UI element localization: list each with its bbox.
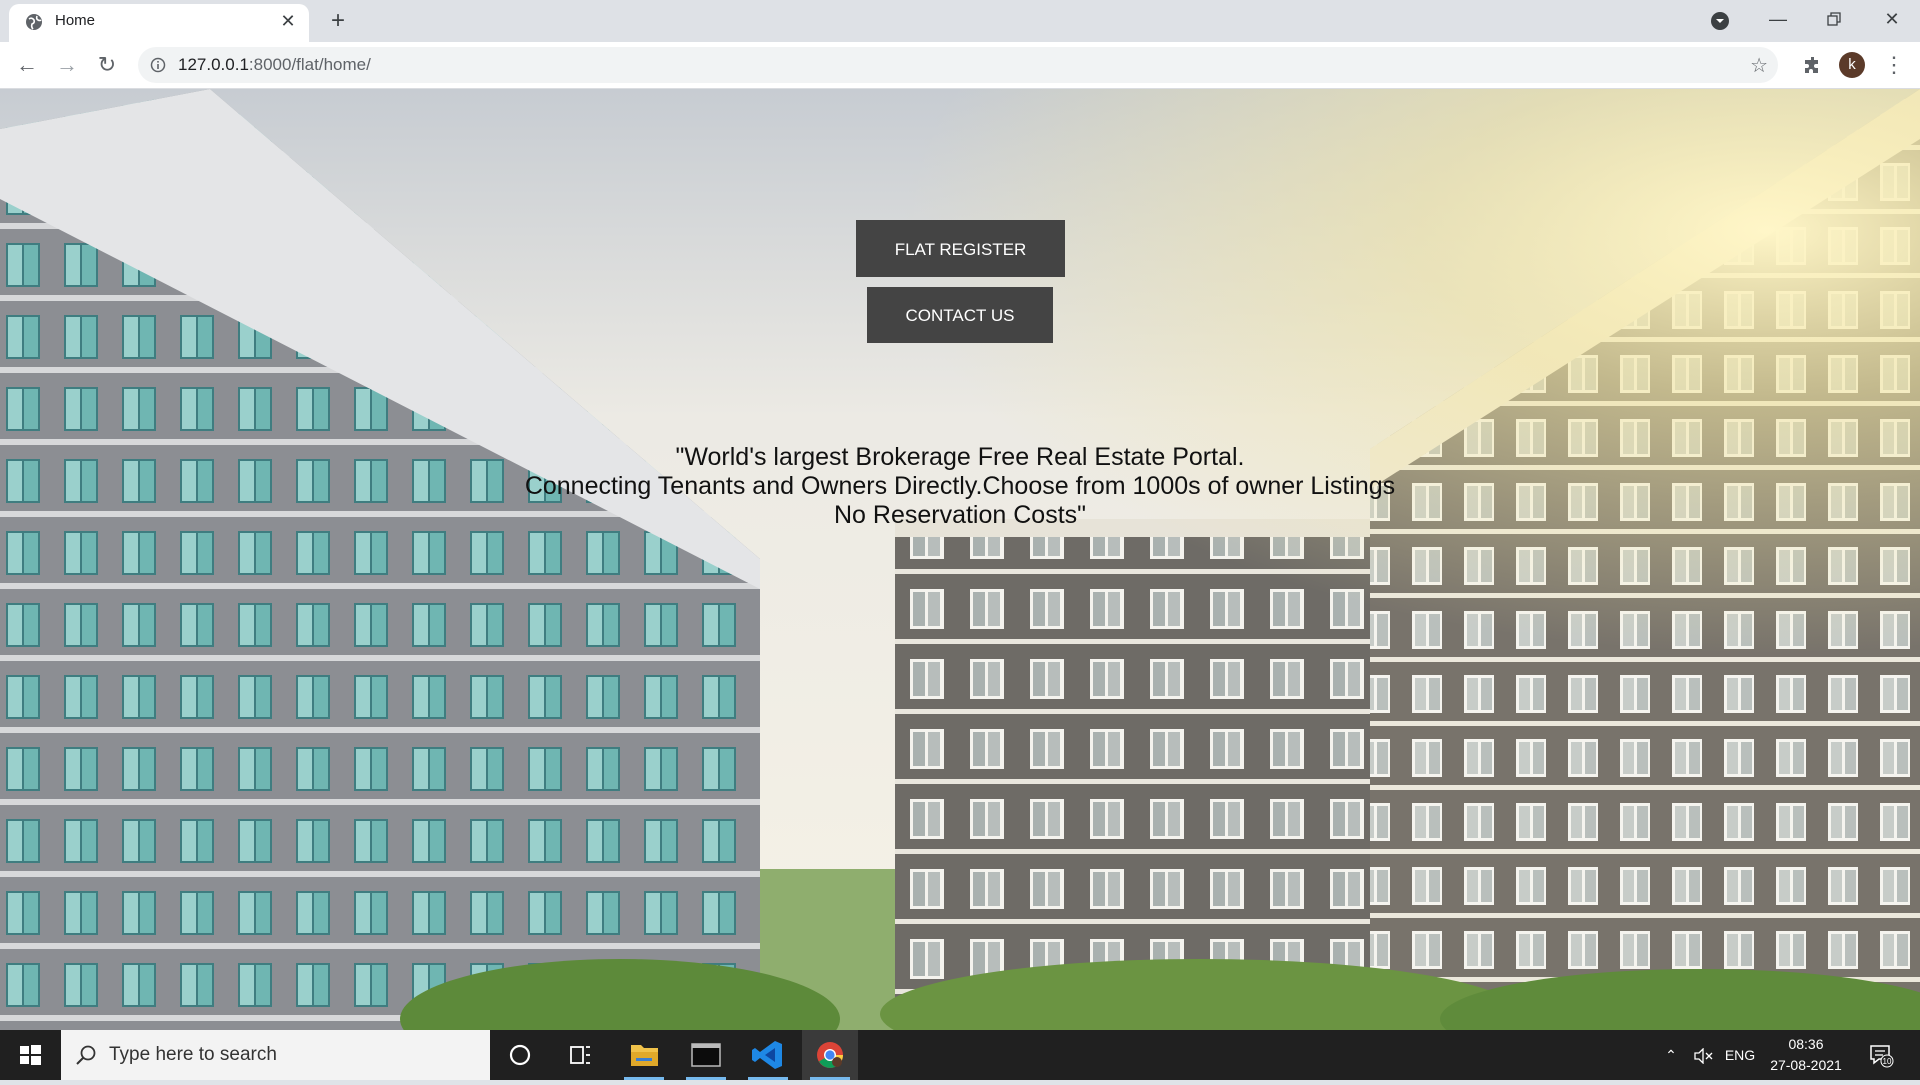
terminal-icon (691, 1043, 721, 1067)
task-view-icon (570, 1046, 590, 1064)
tagline-line-2: Connecting Tenants and Owners Directly.C… (524, 472, 1396, 500)
file-explorer-app[interactable] (616, 1030, 672, 1080)
restore-button[interactable] (1806, 0, 1862, 40)
profile-avatar[interactable]: k (1839, 52, 1865, 78)
browser-toolbar: ← → ↻ 127.0.0.1:8000/flat/home/ ☆ k ⋮ (0, 42, 1920, 89)
reload-button[interactable]: ↻ (92, 50, 122, 80)
task-view-button[interactable] (552, 1030, 608, 1080)
bookmark-star-icon[interactable]: ☆ (1750, 53, 1768, 78)
back-button[interactable]: ← (12, 50, 42, 80)
terminal-app[interactable] (678, 1030, 734, 1080)
globe-icon (26, 14, 42, 30)
url-host: 127.0.0.1 (178, 55, 249, 74)
clock-date: 27-08-2021 (1770, 1057, 1842, 1073)
url-text: 127.0.0.1:8000/flat/home/ (178, 55, 371, 75)
url-path: :8000/flat/home/ (248, 55, 371, 74)
notification-icon: 10 (1870, 1045, 1894, 1068)
vscode-app[interactable] (740, 1030, 796, 1080)
tab-title: Home (55, 12, 96, 29)
tab-search-icon[interactable] (1710, 11, 1730, 31)
menu-kebab-icon[interactable]: ⋮ (1880, 51, 1908, 79)
language-indicator[interactable]: ENG (1720, 1030, 1760, 1080)
cortana-circle-icon (509, 1044, 531, 1066)
new-tab-button[interactable]: + (324, 8, 352, 36)
tab-home[interactable]: Home ✕ (9, 4, 309, 42)
contact-us-button[interactable]: CONTACT US (867, 287, 1053, 343)
clock-time: 08:36 (1788, 1036, 1824, 1052)
extensions-icon[interactable] (1799, 51, 1827, 79)
close-window-button[interactable]: ✕ (1864, 0, 1920, 40)
windows-taskbar: Type here to search ⌃ ENG 08:36 27-08-20… (0, 1030, 1920, 1080)
close-tab-icon[interactable]: ✕ (277, 10, 299, 32)
web-page: FLAT REGISTER CONTACT US "World's larges… (0, 89, 1920, 1030)
vscode-icon (752, 1041, 782, 1069)
chrome-app[interactable] (802, 1030, 858, 1080)
notification-count: 10 (1883, 1057, 1892, 1066)
cortana-button[interactable] (492, 1030, 548, 1080)
site-info-icon[interactable] (150, 57, 166, 73)
start-button[interactable] (0, 1030, 60, 1080)
restore-icon (1827, 12, 1841, 26)
search-placeholder: Type here to search (109, 1044, 277, 1065)
volume-muted-icon[interactable] (1688, 1030, 1718, 1080)
forward-button[interactable]: → (52, 50, 82, 80)
chrome-icon (817, 1042, 844, 1068)
search-icon (76, 1045, 96, 1065)
windows-logo-icon (20, 1045, 41, 1065)
tagline-line-1: "World's largest Brokerage Free Real Est… (675, 443, 1245, 471)
taskbar-search-box[interactable]: Type here to search (61, 1030, 490, 1080)
folder-icon (631, 1045, 658, 1066)
minimize-button[interactable]: — (1750, 0, 1806, 40)
taskbar-clock[interactable]: 08:36 27-08-2021 (1760, 1034, 1852, 1076)
browser-tab-strip: Home ✕ + — ✕ (0, 0, 1920, 42)
tagline-line-3: No Reservation Costs" (833, 501, 1087, 529)
address-bar[interactable]: 127.0.0.1:8000/flat/home/ ☆ (138, 47, 1778, 83)
show-hidden-icons-button[interactable]: ⌃ (1656, 1030, 1686, 1080)
tagline: "World's largest Brokerage Free Real Est… (460, 443, 1460, 530)
flat-register-button[interactable]: FLAT REGISTER (856, 220, 1065, 277)
notifications-button[interactable]: 10 (1868, 1042, 1894, 1068)
